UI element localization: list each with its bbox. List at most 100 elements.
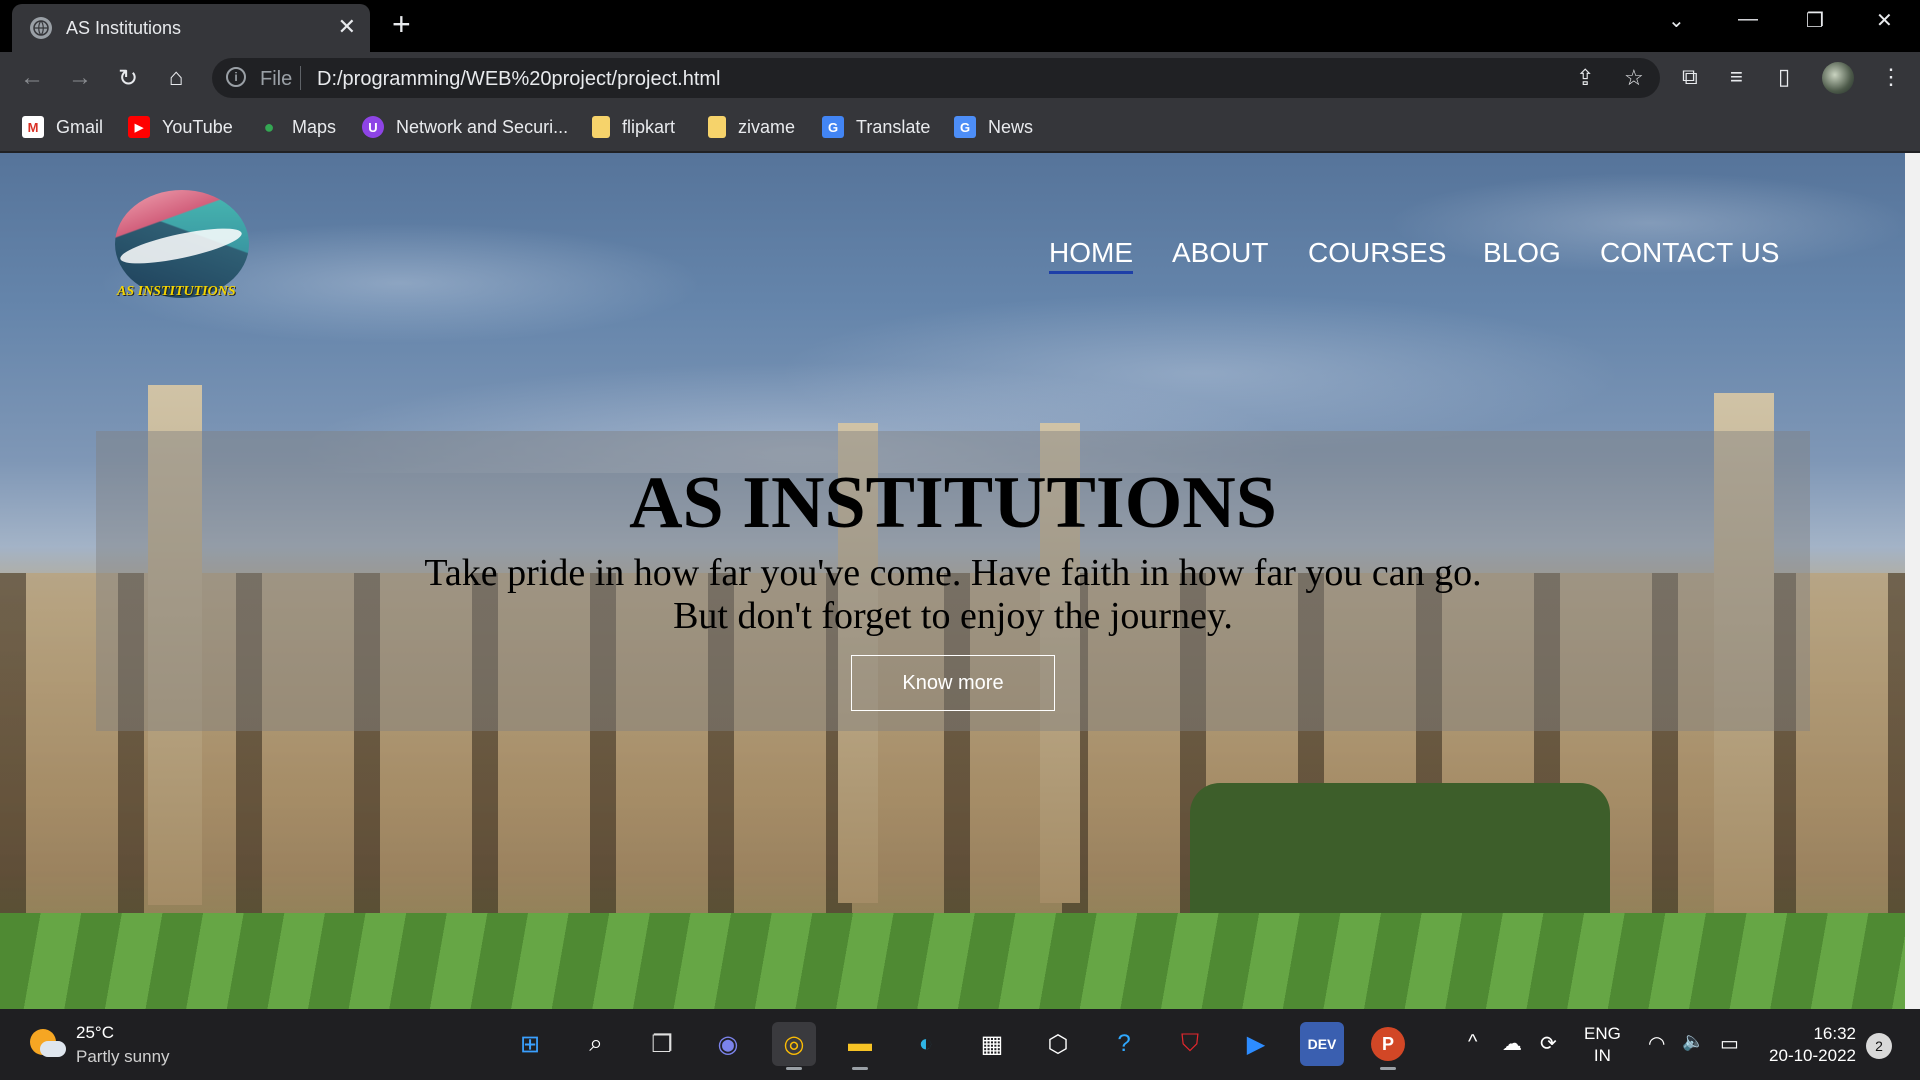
page-scrollbar[interactable] (1905, 153, 1920, 1009)
logo-globe-icon (115, 190, 249, 298)
network-icon: U (362, 116, 384, 138)
browser-menu-icon[interactable]: ⋮ (1880, 64, 1902, 90)
windows-taskbar: 25°C Partly sunny ⊞ ⌕ ❐ ◉ ◎ ▬ ◐ ▦ ⬡ ? ⛉ … (0, 1009, 1920, 1080)
news-icon: G (954, 116, 976, 138)
running-indicator (786, 1067, 802, 1070)
maps-icon: ● (263, 116, 275, 137)
bookmark-star-icon[interactable]: ☆ (1624, 65, 1644, 91)
profile-avatar[interactable] (1822, 62, 1854, 94)
address-bar[interactable]: i File D:/programming/WEB%20project/proj… (212, 58, 1660, 98)
bookmark-network-security[interactable]: U Network and Securi... (362, 116, 568, 138)
edge-icon[interactable]: ◐ (904, 1022, 948, 1066)
chrome-icon[interactable]: ◎ (772, 1022, 816, 1070)
nav-courses[interactable]: COURSES (1308, 237, 1446, 269)
notification-count-badge[interactable]: 2 (1866, 1033, 1892, 1059)
ivy-hedge (1190, 783, 1610, 923)
side-panel-icon[interactable]: ▯ (1778, 64, 1790, 90)
bookmark-maps[interactable]: ● Maps (258, 116, 336, 138)
task-view-icon[interactable]: ❐ (640, 1022, 684, 1066)
start-icon[interactable]: ⊞ (508, 1022, 552, 1066)
sync-icon[interactable]: ⟳ (1540, 1031, 1557, 1056)
chrome-glyph: ◎ (783, 1030, 805, 1058)
forward-arrow-icon[interactable]: → (64, 62, 96, 94)
bookmark-translate[interactable]: G Translate (822, 116, 930, 138)
file-explorer-icon[interactable]: ▬ (838, 1022, 882, 1070)
minimize-icon[interactable]: — (1738, 8, 1758, 31)
clock-time: 16:32 (1813, 1024, 1856, 1043)
bookmarks-bar: M Gmail ▶ YouTube ● Maps U Network and S… (0, 104, 1920, 152)
powerpoint-glyph: P (1371, 1027, 1405, 1061)
share-icon[interactable]: ⇪ (1576, 65, 1594, 91)
show-hidden-icons-chevron-icon[interactable]: ^ (1468, 1031, 1477, 1054)
input-language-indicator[interactable]: ENG IN (1584, 1023, 1621, 1067)
weather-partly-sunny-icon[interactable] (30, 1029, 66, 1059)
youtube-icon: ▶ (128, 116, 150, 138)
browser-tab[interactable]: AS Institutions ✕ (12, 4, 370, 52)
bookmark-label: YouTube (162, 116, 233, 137)
browser-toolbar: ← → ↻ ⌂ i File D:/programming/WEB%20proj… (0, 52, 1920, 104)
back-arrow-icon[interactable]: ← (16, 62, 48, 94)
tab-search-chevron-icon[interactable]: ⌄ (1668, 8, 1685, 33)
hero-title: AS INSTITUTIONS (629, 462, 1277, 544)
system-clock[interactable]: 16:32 20-10-2022 (1764, 1023, 1856, 1067)
hero-panel: AS INSTITUTIONS Take pride in how far yo… (96, 431, 1810, 731)
address-divider (300, 66, 301, 90)
tab-close-icon[interactable]: ✕ (338, 14, 356, 40)
search-icon[interactable]: ⌕ (574, 1022, 618, 1066)
bookmark-label: Translate (856, 116, 931, 137)
battery-icon[interactable]: ▭ (1720, 1031, 1739, 1056)
nav-about[interactable]: ABOUT (1172, 237, 1268, 269)
nav-blog[interactable]: BLOG (1483, 237, 1561, 269)
language-code: ENG (1584, 1024, 1621, 1043)
powerpoint-icon[interactable]: P (1366, 1022, 1410, 1070)
teams-chat-icon[interactable]: ◉ (706, 1022, 750, 1066)
url-scheme-label: File (260, 68, 293, 90)
folder-icon (708, 116, 726, 138)
app-icon[interactable]: ⬡ (1036, 1022, 1080, 1066)
weather-description[interactable]: Partly sunny (76, 1047, 170, 1067)
bookmark-label: Maps (292, 116, 337, 137)
microsoft-store-icon[interactable]: ▦ (970, 1022, 1014, 1066)
bookmark-label: zivame (738, 116, 796, 137)
onedrive-cloud-icon[interactable]: ☁ (1502, 1031, 1522, 1056)
help-icon[interactable]: ? (1102, 1022, 1146, 1066)
wifi-icon[interactable]: ◠ (1648, 1031, 1665, 1056)
page-viewport: AS INSTITUTIONS HOME ABOUT COURSES BLOG … (0, 153, 1905, 1009)
bookmark-gmail[interactable]: M Gmail (22, 116, 103, 138)
bookmark-news[interactable]: G News (954, 116, 1033, 138)
sky-clouds (0, 153, 1905, 473)
bookmark-youtube[interactable]: ▶ YouTube (128, 116, 233, 138)
folder-icon (592, 116, 610, 138)
running-indicator (1380, 1067, 1396, 1070)
globe-icon (30, 17, 52, 39)
tab-title: AS Institutions (66, 18, 182, 38)
bookmark-zivame[interactable]: zivame (708, 116, 795, 138)
browser-tab-strip: AS Institutions ✕ + ⌄ — ❐ ✕ (0, 0, 1920, 52)
window-close-icon[interactable]: ✕ (1876, 8, 1893, 33)
extensions-puzzle-icon[interactable]: ⧉ (1682, 64, 1698, 90)
media-control-icon[interactable]: ≡ (1730, 64, 1743, 90)
file-explorer-glyph: ▬ (848, 1030, 872, 1057)
bookmark-label: News (988, 116, 1034, 137)
nav-contact-us[interactable]: CONTACT US (1600, 237, 1779, 269)
bookmark-label: Network and Securi... (396, 116, 569, 137)
nav-home[interactable]: HOME (1049, 237, 1133, 274)
new-tab-button[interactable]: + (392, 8, 411, 40)
translate-icon: G (822, 116, 844, 138)
logo-text: AS INSTITUTIONS (117, 284, 236, 299)
bookmark-label: Gmail (56, 116, 104, 137)
weather-temperature[interactable]: 25°C (76, 1023, 114, 1043)
restore-icon[interactable]: ❐ (1806, 8, 1824, 33)
home-icon[interactable]: ⌂ (160, 62, 192, 94)
url-text[interactable]: D:/programming/WEB%20project/project.htm… (317, 68, 720, 91)
reload-icon[interactable]: ↻ (112, 62, 144, 94)
zoom-icon[interactable]: ▶ (1234, 1022, 1278, 1066)
know-more-button[interactable]: Know more (851, 655, 1055, 711)
volume-icon[interactable]: 🔈 (1682, 1031, 1704, 1052)
bookmark-flipkart[interactable]: flipkart (592, 116, 675, 138)
site-logo[interactable]: AS INSTITUTIONS (113, 190, 249, 300)
info-icon[interactable]: i (226, 67, 246, 87)
clock-date: 20-10-2022 (1769, 1046, 1856, 1065)
mcafee-icon[interactable]: ⛉ (1168, 1022, 1212, 1066)
dev-cpp-icon[interactable]: DEV (1300, 1022, 1344, 1066)
